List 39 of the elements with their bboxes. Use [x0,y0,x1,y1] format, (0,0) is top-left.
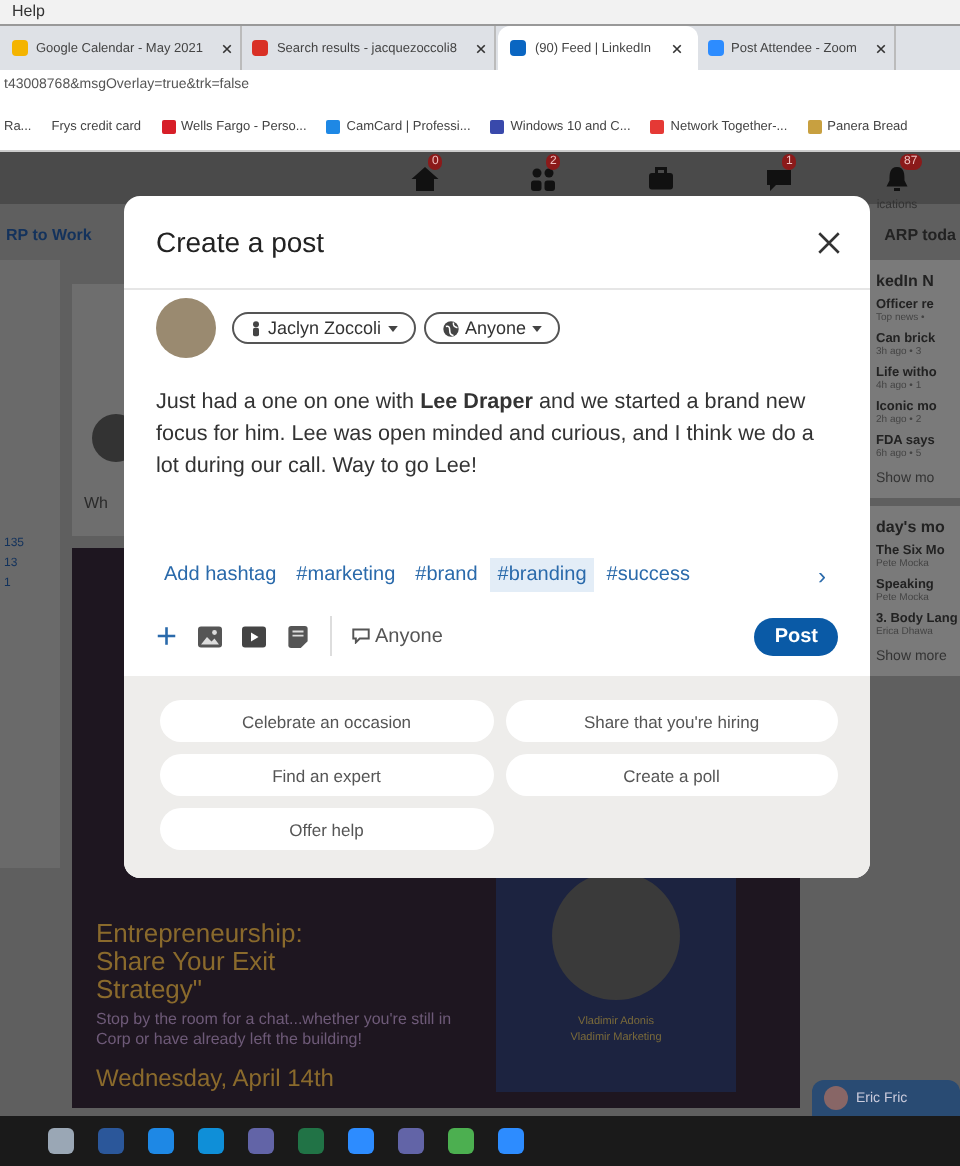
photo-icon[interactable] [197,625,222,647]
post-prompt: Wh [84,494,108,512]
news-heading: kedIn N [876,272,936,290]
caret-icon [532,325,543,331]
close-icon[interactable] [671,43,681,53]
close-icon[interactable] [476,43,487,53]
menu-item[interactable]: Help [12,2,45,20]
suggestion-button[interactable]: Share that you're hiring [505,700,838,742]
caret-icon [387,325,398,331]
courses-heading: day's mo [876,518,947,536]
suggestion-button[interactable]: Create a poll [505,754,838,796]
event-date: Wednesday, April 14th [96,1064,336,1092]
hashtag-button[interactable]: Add hashtag [156,558,285,592]
video-icon[interactable] [241,625,266,647]
avatar [824,1086,848,1110]
comment-setting-button[interactable]: Anyone [351,625,443,647]
globe-icon [441,319,460,337]
avatar [156,298,216,358]
comment-icon [351,628,370,644]
hashtag-button[interactable]: #brand [407,558,486,592]
person-icon [250,319,262,337]
close-icon[interactable] [222,43,233,53]
hashtag-button[interactable]: #marketing [288,558,404,592]
add-button[interactable]: + [156,618,178,654]
post-button[interactable]: Post [754,617,838,655]
author-dropdown[interactable]: Jaclyn Zoccoli [232,312,416,344]
suggestion-button[interactable]: Find an expert [160,754,493,796]
suggestion-button[interactable]: Celebrate an occasion [160,700,493,742]
close-icon[interactable] [876,43,887,53]
hashtag-button[interactable]: #success [598,558,698,592]
suggestion-button[interactable]: Offer help [160,808,493,850]
next-button[interactable]: › [806,559,838,591]
event-title: Entrepreneurship: Share Your Exit Strategy" [96,920,305,1004]
post-text-input[interactable]: Just had a one on one with Lee Draper and we started a brand new focus for him. Lee was open minded and curious, and I think we do a lot during our call. Way to go Lee! [156,386,828,558]
hashtag-button[interactable]: #branding [489,558,595,592]
close-icon[interactable] [816,229,842,255]
event-description: Stop by the room for a chat...whether you're still in Corp or have already left the building! [96,1010,454,1050]
dialog-title: Create a post [156,226,325,258]
visibility-dropdown[interactable]: Anyone [423,312,561,344]
